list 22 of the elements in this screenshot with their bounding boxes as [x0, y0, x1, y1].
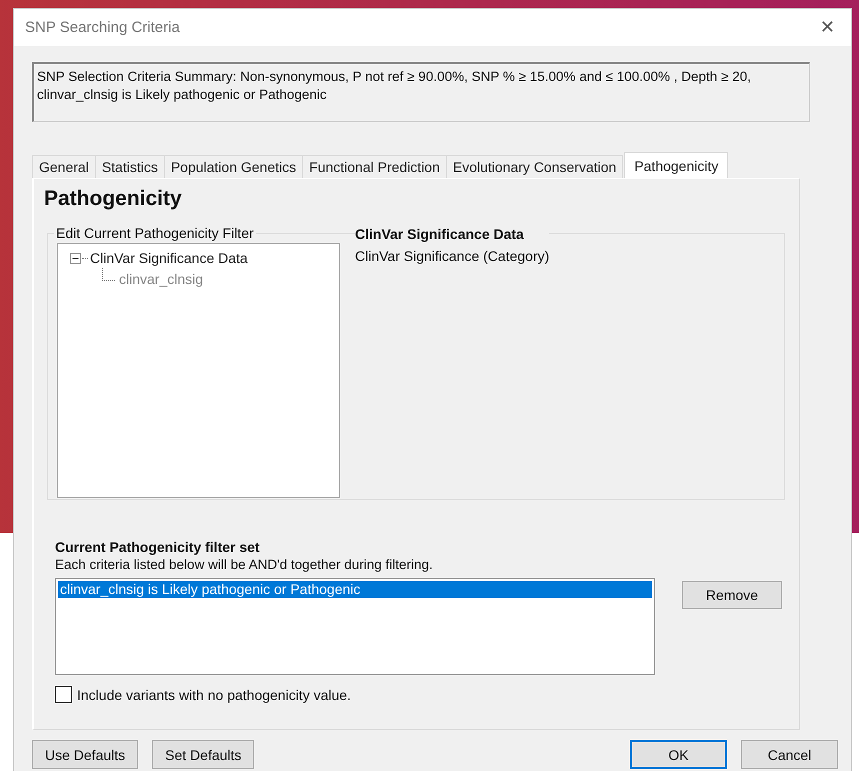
collapse-icon[interactable] [70, 252, 81, 264]
panel-heading: Pathogenicity [44, 187, 183, 212]
close-button[interactable]: ✕ [816, 17, 839, 38]
dialog-button[interactable]: OK [630, 740, 727, 769]
tab[interactable]: Population Genetics [164, 155, 304, 178]
tab[interactable]: Evolutionary Conservation [446, 155, 624, 178]
filter-item[interactable]: clinvar_clnsig is Likely pathogenic or Pathogenic [58, 581, 652, 598]
filter-set-heading: Current Pathogenicity filter set [55, 538, 261, 556]
filter-set-note: Each criteria listed below will be AND'd together during filtering. [55, 556, 434, 574]
dialog-button[interactable]: Set Defaults [152, 740, 254, 769]
summary-box: SNP Selection Criteria Summary: Non-synonymous, P not ref ≥ 90.00%, SNP % ≥ 15.00% and ≤ 100.00% , Depth ≥ 20, clinvar_clnsig is Likely pathogenic or Pathogenic [32, 62, 810, 122]
remove-button[interactable]: Remove [682, 581, 782, 609]
dialog-button[interactable]: Use Defaults [32, 740, 138, 769]
detail-text: ClinVar Significance (Category) [355, 247, 550, 266]
tab[interactable]: Pathogenicity [624, 152, 728, 178]
tree-item[interactable]: ClinVar Significance Data [90, 250, 248, 266]
dialog-button[interactable]: Cancel [741, 740, 838, 769]
tab[interactable]: General [32, 155, 96, 178]
checkbox-label: Include variants with no pathogenicity value. [77, 686, 351, 702]
group-label: Edit Current Pathogenicity Filter [54, 225, 256, 241]
checkbox[interactable] [55, 686, 72, 703]
window-title: SNP Searching Criteria [25, 19, 180, 36]
